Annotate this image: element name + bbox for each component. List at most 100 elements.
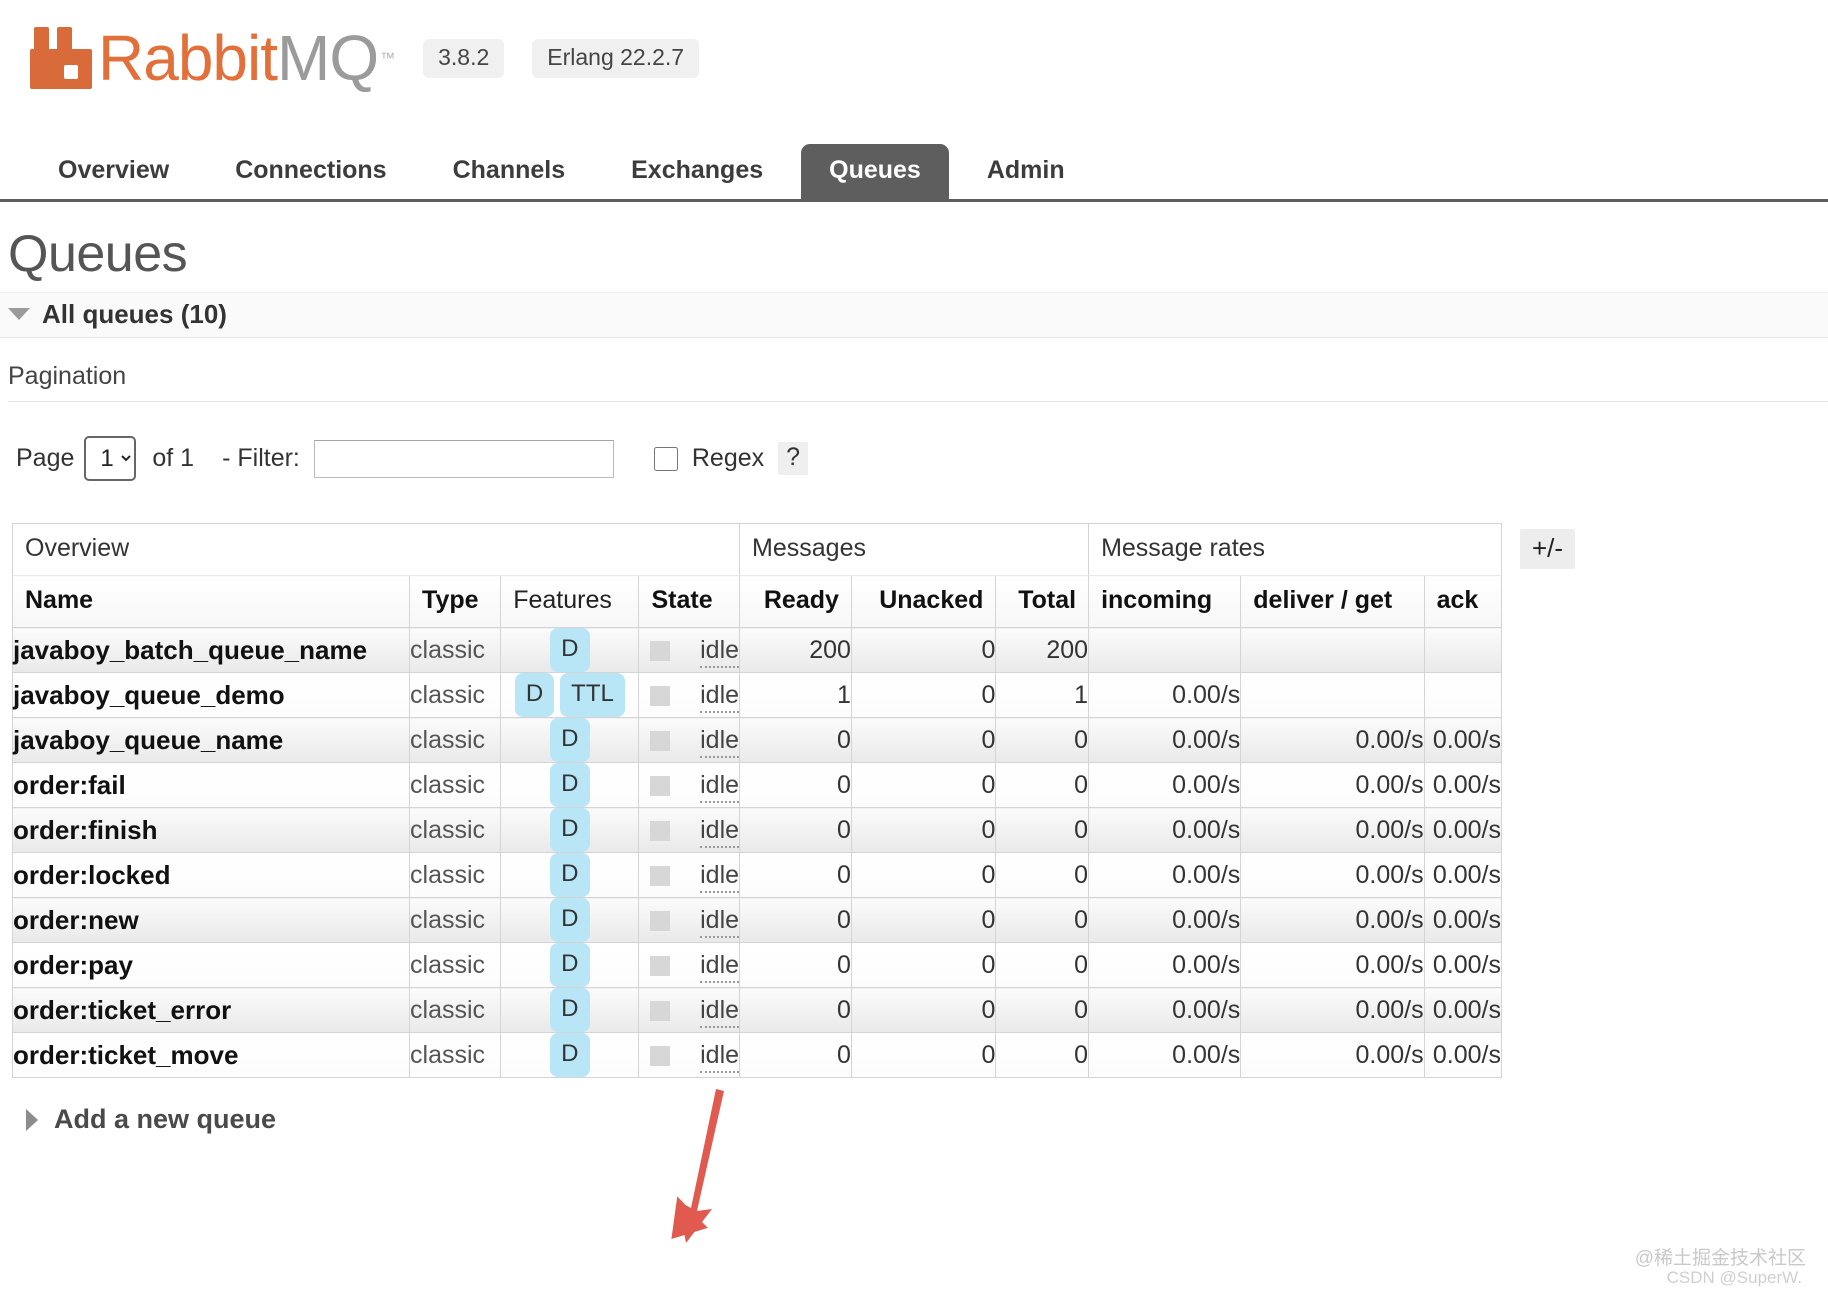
queue-name-cell[interactable]: javaboy_batch_queue_name <box>13 628 410 673</box>
queue-features-cell: D <box>501 718 639 763</box>
table-row[interactable]: order:newclassicDidle0000.00/s0.00/s0.00… <box>13 898 1502 943</box>
queue-incoming-rate-cell: 0.00/s <box>1089 988 1241 1033</box>
state-label: idle <box>700 816 739 848</box>
column-header-ack[interactable]: ack <box>1424 576 1501 628</box>
all-queues-section-toggle[interactable]: All queues (10) <box>0 292 1828 338</box>
queue-ready-cell: 200 <box>740 628 852 673</box>
regex-checkbox[interactable] <box>654 447 678 471</box>
tab-queues[interactable]: Queues <box>801 144 949 199</box>
queue-name-cell[interactable]: javaboy_queue_demo <box>13 673 410 718</box>
queue-state-cell: idle <box>639 808 740 853</box>
queue-total-cell: 0 <box>996 808 1089 853</box>
queue-ack-rate-cell: 0.00/s <box>1424 853 1501 898</box>
queue-unacked-cell: 0 <box>851 853 996 898</box>
queue-state-cell: idle <box>639 943 740 988</box>
queue-incoming-rate-cell: 0.00/s <box>1089 853 1241 898</box>
queue-name-cell[interactable]: order:ticket_move <box>13 1033 410 1078</box>
queue-deliver-get-rate-cell: 0.00/s <box>1241 1033 1424 1078</box>
state-indicator-icon <box>650 731 670 751</box>
queue-unacked-cell: 0 <box>851 628 996 673</box>
queue-unacked-cell: 0 <box>851 1033 996 1078</box>
main-navigation: Overview Connections Channels Exchanges … <box>0 140 1828 202</box>
queue-total-cell: 200 <box>996 628 1089 673</box>
queue-name-cell[interactable]: order:pay <box>13 943 410 988</box>
column-header-state[interactable]: State <box>639 576 740 628</box>
queue-name-cell[interactable]: order:ticket_error <box>13 988 410 1033</box>
state-label: idle <box>700 1041 739 1073</box>
queue-ack-rate-cell: 0.00/s <box>1424 808 1501 853</box>
queue-ack-rate-cell <box>1424 673 1501 718</box>
column-header-total[interactable]: Total <box>996 576 1089 628</box>
table-row[interactable]: javaboy_queue_nameclassicDidle0000.00/s0… <box>13 718 1502 763</box>
queue-ready-cell: 0 <box>740 718 852 763</box>
tab-admin[interactable]: Admin <box>959 144 1093 199</box>
app-header: RabbitMQ™ 3.8.2 Erlang 22.2.7 <box>0 0 1828 140</box>
column-header-name[interactable]: Name <box>13 576 410 628</box>
state-indicator-icon <box>650 776 670 796</box>
queue-name-cell[interactable]: order:locked <box>13 853 410 898</box>
feature-badge: D <box>550 853 589 897</box>
page-select[interactable]: 1 <box>84 436 136 481</box>
queue-deliver-get-rate-cell: 0.00/s <box>1241 988 1424 1033</box>
queue-name-cell[interactable]: javaboy_queue_name <box>13 718 410 763</box>
tab-exchanges[interactable]: Exchanges <box>603 144 791 199</box>
table-row[interactable]: order:finishclassicDidle0000.00/s0.00/s0… <box>13 808 1502 853</box>
queue-ready-cell: 0 <box>740 853 852 898</box>
help-icon[interactable]: ? <box>778 442 808 476</box>
logo-text-rabbit: Rabbit <box>98 26 277 90</box>
queue-total-cell: 1 <box>996 673 1089 718</box>
state-indicator-icon <box>650 911 670 931</box>
table-row[interactable]: order:failclassicDidle0000.00/s0.00/s0.0… <box>13 763 1502 808</box>
column-header-type[interactable]: Type <box>410 576 501 628</box>
feature-badge: D <box>550 808 589 852</box>
column-header-ready[interactable]: Ready <box>740 576 852 628</box>
queue-name-cell[interactable]: order:fail <box>13 763 410 808</box>
queue-total-cell: 0 <box>996 718 1089 763</box>
state-indicator-icon <box>650 1001 670 1021</box>
add-new-queue-toggle[interactable]: Add a new queue <box>26 1106 1828 1133</box>
table-row[interactable]: javaboy_batch_queue_nameclassicDidle2000… <box>13 628 1502 673</box>
column-header-features: Features <box>501 576 639 628</box>
table-row[interactable]: order:ticket_errorclassicDidle0000.00/s0… <box>13 988 1502 1033</box>
tab-overview[interactable]: Overview <box>30 144 197 199</box>
feature-badge: D <box>550 763 589 807</box>
queue-ack-rate-cell <box>1424 628 1501 673</box>
queue-deliver-get-rate-cell: 0.00/s <box>1241 853 1424 898</box>
queue-incoming-rate-cell: 0.00/s <box>1089 763 1241 808</box>
table-row[interactable]: order:payclassicDidle0000.00/s0.00/s0.00… <box>13 943 1502 988</box>
queue-name-cell[interactable]: order:new <box>13 898 410 943</box>
queue-state-cell: idle <box>639 718 740 763</box>
tab-connections[interactable]: Connections <box>207 144 414 199</box>
state-indicator-icon <box>650 1046 670 1066</box>
column-header-deliver-get[interactable]: deliver / get <box>1241 576 1424 628</box>
state-label: idle <box>700 996 739 1028</box>
logo-row: RabbitMQ™ 3.8.2 Erlang 22.2.7 <box>30 0 1828 90</box>
queue-incoming-rate-cell: 0.00/s <box>1089 808 1241 853</box>
queue-ack-rate-cell: 0.00/s <box>1424 988 1501 1033</box>
queue-state-cell: idle <box>639 763 740 808</box>
feature-badge: D <box>515 673 554 717</box>
queue-deliver-get-rate-cell: 0.00/s <box>1241 898 1424 943</box>
queue-state-cell: idle <box>639 988 740 1033</box>
add-new-queue-label: Add a new queue <box>54 1106 276 1133</box>
queue-ready-cell: 0 <box>740 988 852 1033</box>
column-header-unacked[interactable]: Unacked <box>851 576 996 628</box>
table-row[interactable]: javaboy_queue_democlassicDTTLidle1010.00… <box>13 673 1502 718</box>
queue-ready-cell: 0 <box>740 898 852 943</box>
table-row[interactable]: order:lockedclassicDidle0000.00/s0.00/s0… <box>13 853 1502 898</box>
toggle-columns-button[interactable]: +/- <box>1520 529 1575 569</box>
queue-state-cell: idle <box>639 1033 740 1078</box>
group-header-overview: Overview <box>13 524 740 576</box>
watermark-juejin: @稀土掘金技术社区 <box>1635 1243 1806 1270</box>
column-header-incoming[interactable]: incoming <box>1089 576 1241 628</box>
queue-deliver-get-rate-cell: 0.00/s <box>1241 763 1424 808</box>
tab-channels[interactable]: Channels <box>425 144 594 199</box>
queue-state-cell: idle <box>639 898 740 943</box>
queue-deliver-get-rate-cell <box>1241 628 1424 673</box>
queue-incoming-rate-cell <box>1089 628 1241 673</box>
queue-ack-rate-cell: 0.00/s <box>1424 763 1501 808</box>
filter-input[interactable] <box>314 440 614 478</box>
state-label: idle <box>700 636 739 668</box>
queue-name-cell[interactable]: order:finish <box>13 808 410 853</box>
table-row[interactable]: order:ticket_moveclassicDidle0000.00/s0.… <box>13 1033 1502 1078</box>
